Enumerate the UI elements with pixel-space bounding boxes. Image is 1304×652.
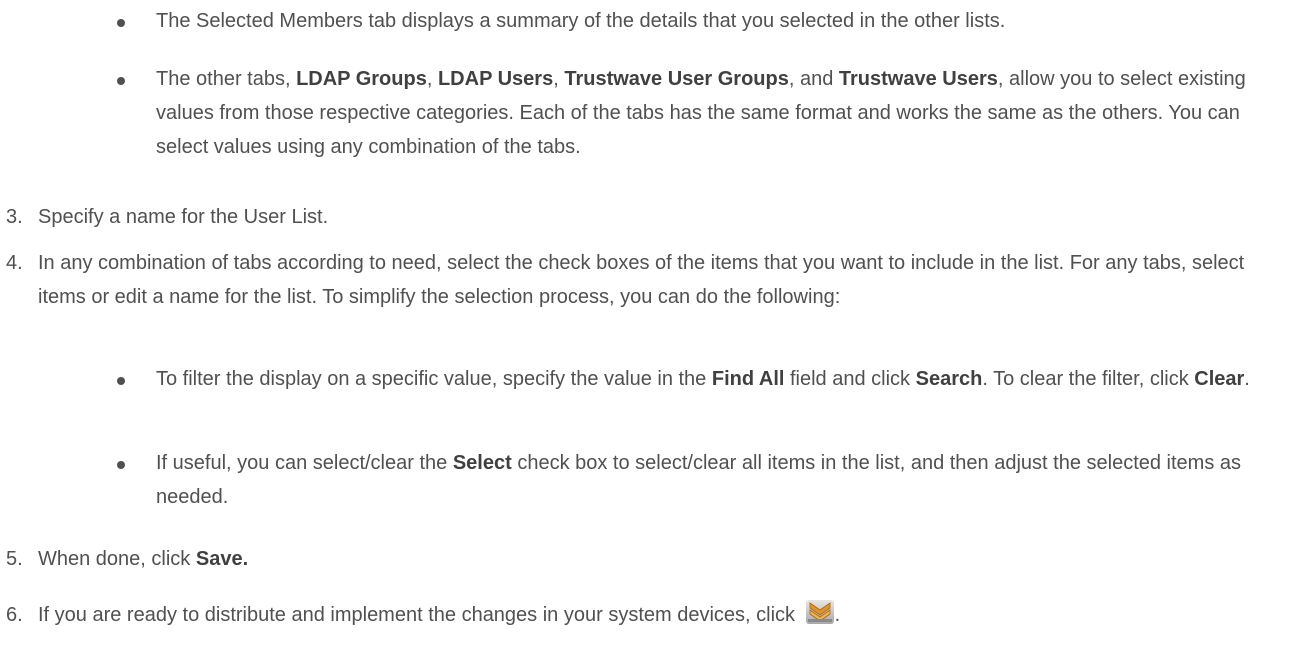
bullet-icon — [117, 19, 125, 27]
save-term: Save. — [195, 548, 249, 570]
step-number: 5. — [6, 548, 23, 570]
step-number: 4. — [6, 252, 23, 274]
step-text: Specify a name for the User List. — [38, 206, 329, 228]
bullet-text: The other tabs, LDAP Groups, LDAP Users,… — [156, 68, 1246, 158]
bullet-text: The Selected Members tab displays a summ… — [156, 10, 1006, 32]
step-number: 3. — [6, 206, 23, 228]
distribute-changes-icon[interactable] — [805, 599, 835, 625]
bullet-text: If useful, you can select/clear the Sele… — [156, 452, 1242, 508]
clear-term: Clear — [1194, 368, 1245, 390]
bullet-icon — [117, 377, 125, 385]
ldap-users-term: LDAP Users — [437, 68, 554, 90]
trustwave-user-groups-term: Trustwave User Groups — [564, 68, 789, 90]
trustwave-users-term: Trustwave Users — [838, 68, 998, 90]
step-text: In any combination of tabs according to … — [38, 252, 1245, 308]
find-all-term: Find All — [711, 368, 785, 390]
bullet-text: To filter the display on a specific valu… — [156, 368, 1250, 390]
step-number: 6. — [6, 604, 23, 626]
select-term: Select — [452, 452, 512, 474]
search-term: Search — [915, 368, 983, 390]
bullet-icon — [117, 77, 125, 85]
bullet-icon — [117, 461, 125, 469]
step-text: When done, click Save. — [38, 548, 249, 570]
ldap-groups-term: LDAP Groups — [296, 68, 427, 90]
step-text: If you are ready to distribute and imple… — [38, 598, 1284, 632]
